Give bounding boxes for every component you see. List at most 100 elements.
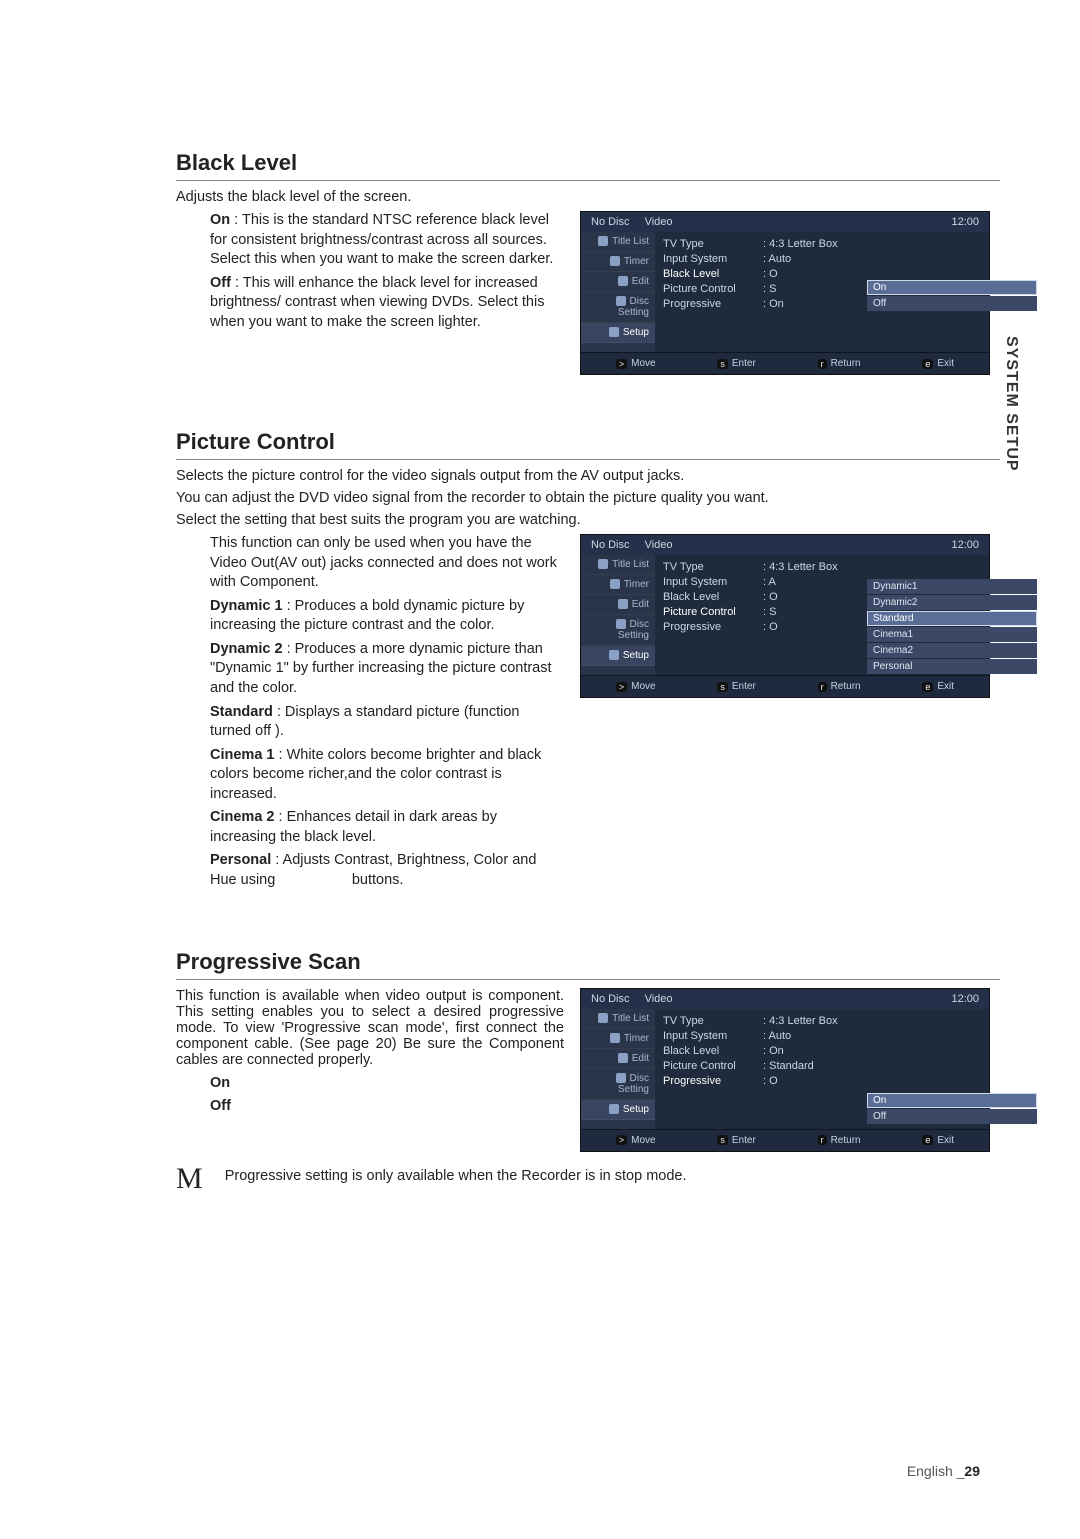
foot-return: Return <box>831 681 861 692</box>
foot-enter: Enter <box>732 681 756 692</box>
osd-key: Progressive <box>663 621 763 633</box>
key-icon: e <box>922 682 933 692</box>
sidebar-item[interactable]: Title List <box>581 555 655 575</box>
pc-std: Standard : Displays a standard picture (… <box>210 703 564 742</box>
foot-return: Return <box>831 358 861 369</box>
foot-enter: Enter <box>732 358 756 369</box>
osd-sidebar: Title List Timer Edit Disc Setting Setup <box>581 555 655 675</box>
sidebar-item[interactable]: Edit <box>581 272 655 292</box>
osd-val: : O <box>763 268 981 280</box>
heading-progressive-scan: Progressive Scan <box>176 949 1000 980</box>
osd-footer: >Move sEnter rReturn eExit <box>581 352 989 374</box>
foot-move: Move <box>631 358 655 369</box>
section-black-level: Black Level Adjusts the black level of t… <box>176 150 1000 375</box>
note-row: M Progressive setting is only available … <box>176 1162 1000 1196</box>
dropdown-option[interactable]: On <box>867 280 1037 295</box>
osd-key: Picture Control <box>663 1060 763 1072</box>
black-level-on-row: On : This is the standard NTSC reference… <box>210 211 564 270</box>
dropdown-option[interactable]: Cinema1 <box>867 627 1037 642</box>
osd-key: TV Type <box>663 238 763 250</box>
osd-time: 12:00 <box>951 539 979 551</box>
dropdown-option[interactable]: Personal <box>867 659 1037 674</box>
pc-intro2: You can adjust the DVD video signal from… <box>176 490 1000 506</box>
sidebar-item-setup[interactable]: Setup <box>581 1100 655 1120</box>
osd-sidebar: Title List Timer Edit Disc Setting Setup <box>581 232 655 352</box>
sidebar-item[interactable]: Timer <box>581 575 655 595</box>
foot-exit: Exit <box>937 681 954 692</box>
key-icon: s <box>717 1135 728 1145</box>
osd-val: : 4:3 Letter Box <box>763 561 981 573</box>
dropdown-option[interactable]: On <box>867 1093 1037 1108</box>
sidebar-item[interactable]: Edit <box>581 595 655 615</box>
osd-key: Progressive <box>663 298 763 310</box>
osd-time: 12:00 <box>951 993 979 1005</box>
dropdown-option[interactable]: Off <box>867 1109 1037 1124</box>
sidebar-item[interactable]: Disc Setting <box>581 615 655 646</box>
label-cinema1: Cinema 1 <box>210 747 274 763</box>
key-icon: > <box>616 682 627 692</box>
sidebar-item[interactable]: Title List <box>581 232 655 252</box>
pc-d1: Dynamic 1 : Produces a bold dynamic pict… <box>210 597 564 636</box>
pc-personal: Personal : Adjusts Contrast, Brightness,… <box>210 851 564 890</box>
pc-c1: Cinema 1 : White colors become brighter … <box>210 746 564 805</box>
text-personal-b: buttons. <box>352 872 404 888</box>
osd-key: Black Level <box>663 591 763 603</box>
osd-dropdown[interactable]: On Off <box>867 1093 1037 1125</box>
key-icon: s <box>717 682 728 692</box>
pc-note: This function can only be used when you … <box>210 534 564 593</box>
label-standard: Standard <box>210 704 273 720</box>
osd-key: Picture Control <box>663 283 763 295</box>
osd-key: Input System <box>663 253 763 265</box>
sidebar-item-setup[interactable]: Setup <box>581 646 655 666</box>
osd-key: Black Level <box>663 268 763 280</box>
label-on: On <box>210 212 230 228</box>
key-icon: s <box>717 359 728 369</box>
label-off: Off <box>210 275 231 291</box>
note-icon: M <box>176 1162 203 1196</box>
dropdown-option[interactable]: Off <box>867 296 1037 311</box>
osd-val: : On <box>763 1045 981 1057</box>
pc-intro1: Selects the picture control for the vide… <box>176 468 1000 484</box>
osd-nodisc: No Disc <box>591 993 630 1005</box>
key-icon: r <box>818 682 827 692</box>
foot-exit: Exit <box>937 1135 954 1146</box>
foot-move: Move <box>631 1135 655 1146</box>
dropdown-option[interactable]: Standard <box>867 611 1037 626</box>
black-level-intro: Adjusts the black level of the screen. <box>176 189 1000 205</box>
key-icon: r <box>818 1135 827 1145</box>
sidebar-item[interactable]: Disc Setting <box>581 1069 655 1100</box>
osd-dropdown[interactable]: Dynamic1 Dynamic2 Standard Cinema1 Cinem… <box>867 579 1037 675</box>
sidebar-item-setup[interactable]: Setup <box>581 323 655 343</box>
osd-key: TV Type <box>663 561 763 573</box>
label-on: On <box>210 1075 230 1091</box>
osd-key: Progressive <box>663 1075 763 1087</box>
key-icon: > <box>616 1135 627 1145</box>
osd-dropdown[interactable]: On Off <box>867 280 1037 312</box>
sidebar-item[interactable]: Timer <box>581 252 655 272</box>
osd-val: : 4:3 Letter Box <box>763 238 981 250</box>
foot-return: Return <box>831 1135 861 1146</box>
key-icon: e <box>922 1135 933 1145</box>
pc-c2: Cinema 2 : Enhances detail in dark areas… <box>210 808 564 847</box>
osd-key: Picture Control <box>663 606 763 618</box>
dropdown-option[interactable]: Dynamic2 <box>867 595 1037 610</box>
osd-val: : O <box>763 1075 981 1087</box>
sidebar-item[interactable]: Disc Setting <box>581 292 655 323</box>
sidebar-item[interactable]: Timer <box>581 1029 655 1049</box>
osd-key: Input System <box>663 1030 763 1042</box>
side-tab-label: SYSTEM SETUP <box>1002 336 1020 472</box>
black-level-off-row: Off : This will enhance the black level … <box>210 274 564 333</box>
heading-picture-control: Picture Control <box>176 429 1000 460</box>
osd-key: Black Level <box>663 1045 763 1057</box>
osd-key: TV Type <box>663 1015 763 1027</box>
dropdown-option[interactable]: Dynamic1 <box>867 579 1037 594</box>
osd-nodisc: No Disc <box>591 539 630 551</box>
sidebar-item[interactable]: Edit <box>581 1049 655 1069</box>
osd-val: : Auto <box>763 1030 981 1042</box>
osd-sidebar: Title List Timer Edit Disc Setting Setup <box>581 1009 655 1129</box>
heading-black-level: Black Level <box>176 150 1000 181</box>
section-progressive-scan: Progressive Scan This function is availa… <box>176 949 1000 1196</box>
sidebar-item[interactable]: Title List <box>581 1009 655 1029</box>
osd-footer: >Move sEnter rReturn eExit <box>581 675 989 697</box>
dropdown-option[interactable]: Cinema2 <box>867 643 1037 658</box>
